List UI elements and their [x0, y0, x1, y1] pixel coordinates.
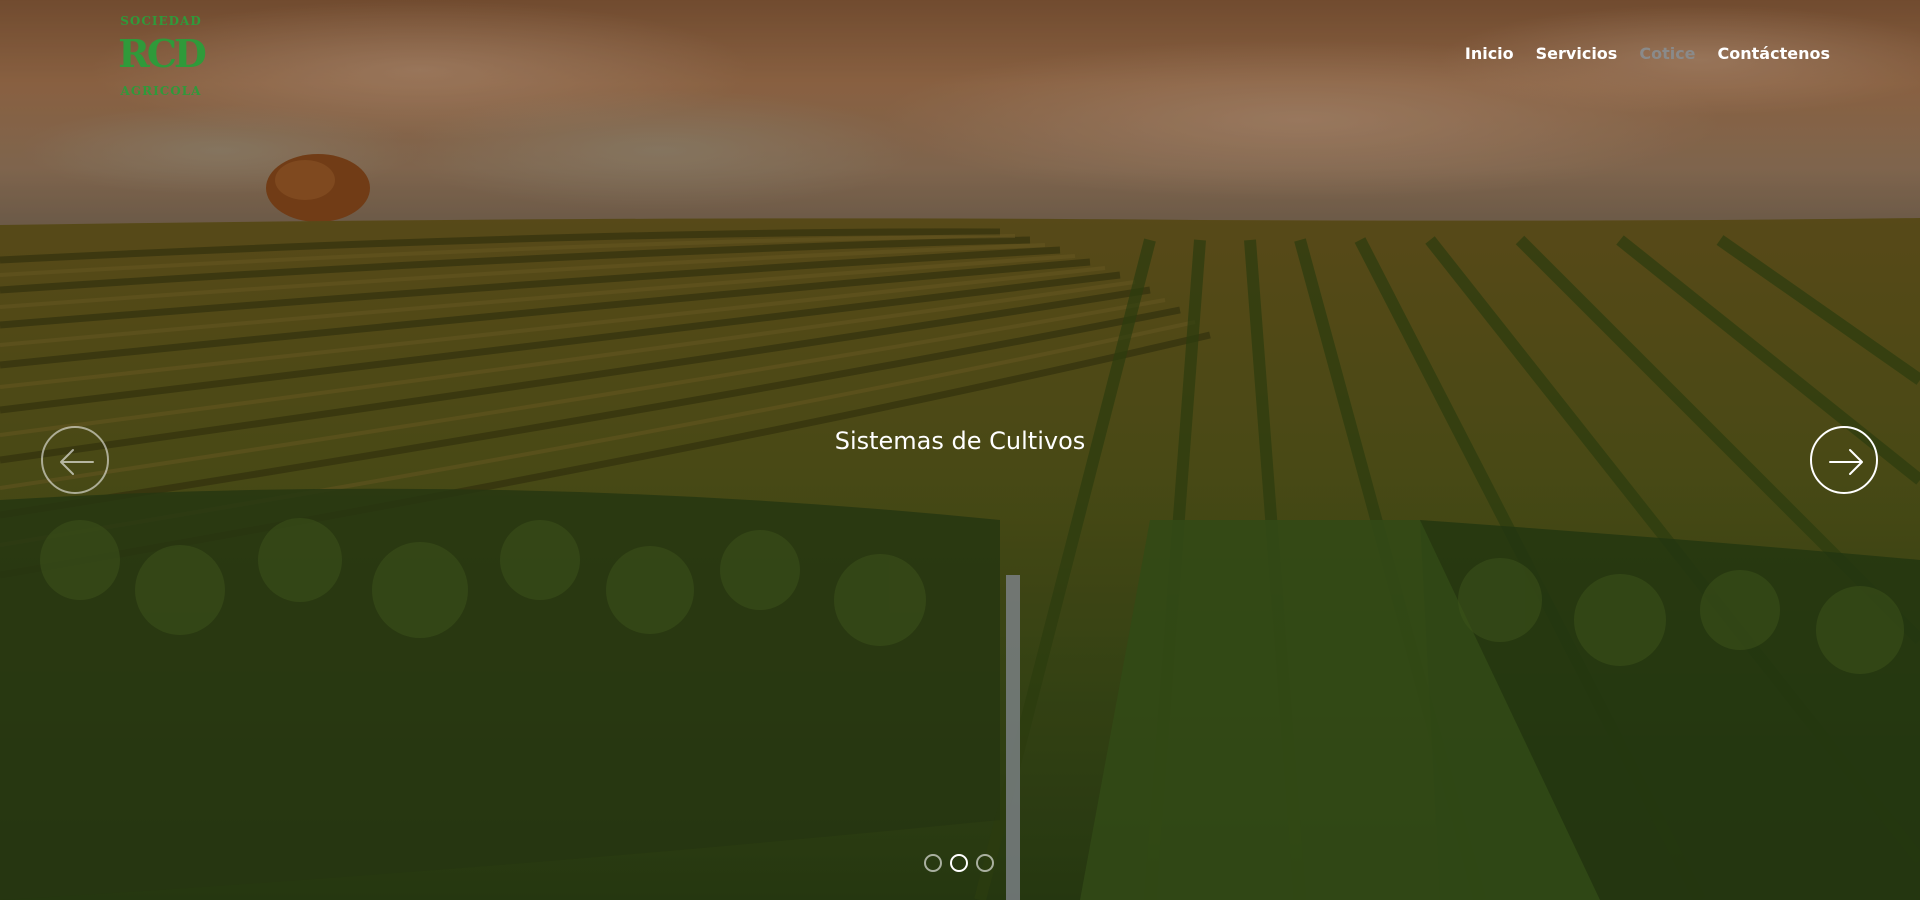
carousel-indicator-1[interactable]: [924, 854, 942, 872]
logo-mark: RCD: [118, 31, 207, 76]
arrow-right-icon: [1829, 449, 1863, 475]
nav-item-cotice[interactable]: Cotice: [1639, 44, 1695, 63]
logo-top-text: SOCIEDAD: [120, 14, 202, 28]
hero-carousel: SOCIEDAD RCD AGRICOLA Inicio Servicios C…: [0, 0, 1920, 900]
carousel-prev-button[interactable]: [41, 426, 109, 494]
logo-bottom-text: AGRICOLA: [120, 84, 202, 98]
slide-caption: Sistemas de Cultivos: [834, 427, 1086, 455]
brand-logo[interactable]: SOCIEDAD RCD AGRICOLA: [118, 14, 207, 98]
carousel-indicator-2[interactable]: [950, 854, 968, 872]
carousel-indicators: [924, 854, 994, 872]
arrow-left-icon: [60, 449, 94, 475]
carousel-indicator-3[interactable]: [976, 854, 994, 872]
main-nav: Inicio Servicios Cotice Contáctenos: [1465, 44, 1830, 63]
nav-item-servicios[interactable]: Servicios: [1536, 44, 1618, 63]
nav-item-contactenos[interactable]: Contáctenos: [1718, 44, 1830, 63]
carousel-next-button[interactable]: [1810, 426, 1878, 494]
nav-item-inicio[interactable]: Inicio: [1465, 44, 1514, 63]
